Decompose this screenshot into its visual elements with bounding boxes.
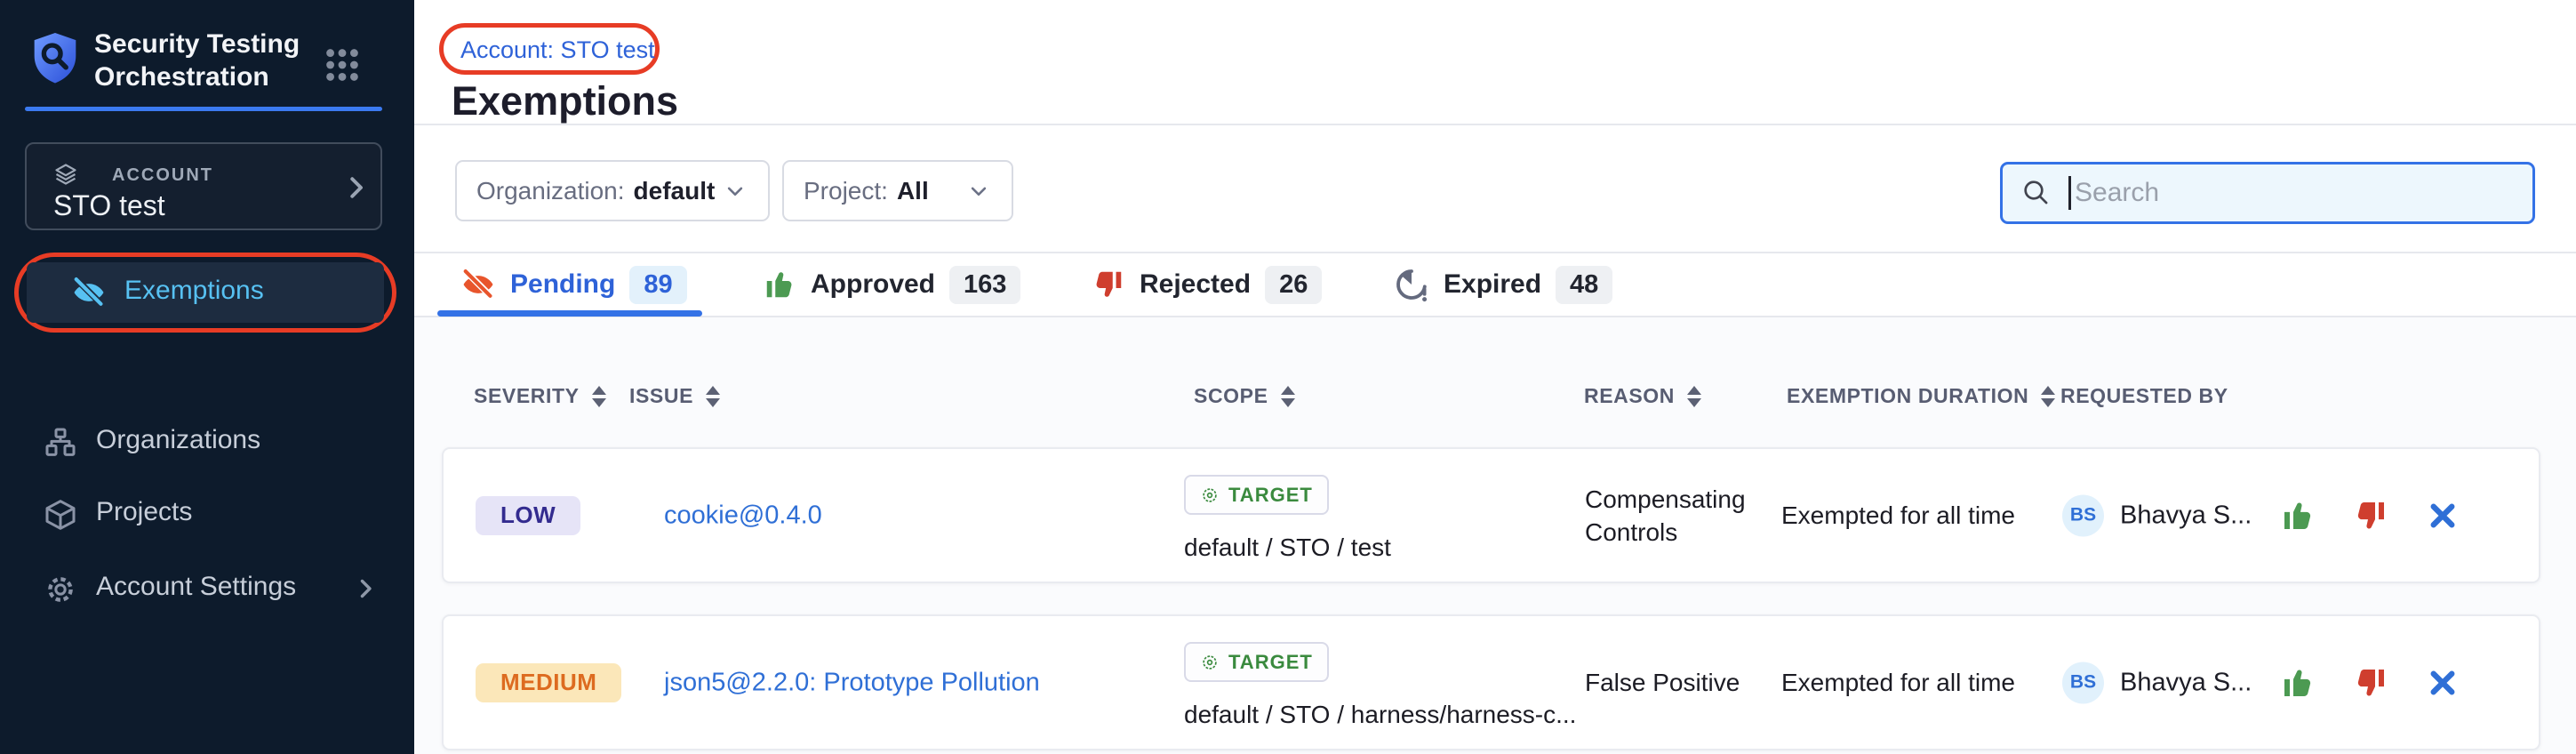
- sidebar-item-exemptions[interactable]: Exemptions: [27, 262, 384, 323]
- organization-dropdown-value: default: [634, 177, 716, 205]
- page-title: Exemptions: [452, 78, 678, 124]
- tab-label: Rejected: [1140, 269, 1251, 300]
- duration-cell: Exempted for all time: [1781, 501, 2015, 530]
- avatar: BS: [2062, 494, 2104, 536]
- eye-off-icon: [460, 268, 496, 301]
- sidebar-item-label: Projects: [96, 497, 192, 527]
- severity-badge: LOW: [476, 496, 580, 535]
- tab-label: Expired: [1444, 269, 1541, 300]
- module-grid-icon[interactable]: [322, 44, 363, 85]
- severity-badge: MEDIUM: [476, 663, 621, 702]
- column-header-severity[interactable]: SEVERITY: [474, 384, 606, 408]
- approve-button[interactable]: [2280, 665, 2316, 701]
- account-name: STO test: [53, 189, 165, 222]
- target-icon: [1200, 485, 1220, 505]
- table-row[interactable]: LOW cookie@0.4.0 TARGET default / STO / …: [442, 447, 2540, 583]
- org-chart-icon: [43, 425, 78, 461]
- scope-path: default / STO / harness/harness-c...: [1184, 701, 1576, 729]
- chevron-right-icon: [350, 574, 380, 604]
- chevron-down-icon: [722, 178, 748, 205]
- sidebar-item-organizations[interactable]: Organizations: [27, 412, 384, 472]
- sort-icon[interactable]: [1687, 386, 1701, 407]
- search-box[interactable]: [2000, 162, 2535, 224]
- account-scope-label: ACCOUNT: [112, 165, 213, 186]
- issue-link[interactable]: json5@2.2.0: Prototype Pollution: [664, 668, 1040, 697]
- active-tab-underline: [437, 310, 702, 317]
- target-chip: TARGET: [1184, 642, 1329, 682]
- scope-path: default / STO / test: [1184, 533, 1391, 562]
- avatar: BS: [2062, 662, 2104, 703]
- sidebar-item-label: Organizations: [96, 425, 260, 455]
- tab-rejected[interactable]: Rejected 26: [1092, 263, 1322, 306]
- app-title: Security Testing Orchestration: [94, 28, 334, 93]
- thumbs-up-icon: [763, 268, 796, 301]
- table-row[interactable]: MEDIUM json5@2.2.0: Prototype Pollution …: [442, 614, 2540, 750]
- reason-cell: False Positive: [1585, 616, 1789, 749]
- sidebar-item-label: Account Settings: [96, 572, 296, 602]
- reason-cell: Compensating Controls: [1585, 449, 1789, 582]
- target-chip: TARGET: [1184, 475, 1329, 515]
- account-scope-card[interactable]: ACCOUNT STO test: [25, 142, 382, 230]
- reject-button[interactable]: [2353, 665, 2388, 701]
- module-accent-rule: [25, 107, 382, 111]
- sort-icon[interactable]: [592, 386, 606, 407]
- sort-icon[interactable]: [706, 386, 720, 407]
- tabs-top-divider: [414, 252, 2576, 253]
- thumbs-down-icon: [1092, 268, 1125, 301]
- issue-link[interactable]: cookie@0.4.0: [664, 501, 822, 530]
- search-icon: [2020, 177, 2052, 209]
- tab-count-badge: 89: [629, 266, 686, 304]
- tab-label: Pending: [510, 269, 615, 300]
- project-dropdown-value: All: [897, 177, 929, 205]
- sidebar-item-account-settings[interactable]: Account Settings: [27, 558, 384, 619]
- search-input[interactable]: [2075, 178, 2501, 208]
- text-cursor: [2068, 176, 2071, 210]
- column-header-requested-by: REQUESTED BY: [2060, 384, 2228, 408]
- reject-button[interactable]: [2353, 498, 2388, 533]
- target-icon: [1200, 653, 1220, 672]
- tab-label: Approved: [811, 269, 935, 300]
- exemptions-page: Security Testing Orchestration ACCOUNT S…: [0, 0, 2576, 754]
- gear-icon: [43, 572, 78, 607]
- sort-icon[interactable]: [1281, 386, 1295, 407]
- cube-icon: [43, 497, 78, 533]
- column-header-reason[interactable]: REASON: [1584, 384, 1701, 408]
- sort-icon[interactable]: [2041, 386, 2055, 407]
- organization-dropdown[interactable]: Organization: default: [455, 160, 770, 221]
- tab-approved[interactable]: Approved 163: [763, 263, 1020, 306]
- cancel-button[interactable]: [2426, 666, 2460, 700]
- sto-shield-logo: [30, 30, 80, 85]
- approve-button[interactable]: [2280, 498, 2316, 533]
- project-dropdown-label: Project:: [804, 177, 888, 205]
- tab-count-badge: 26: [1265, 266, 1322, 304]
- column-header-scope[interactable]: SCOPE: [1194, 384, 1295, 408]
- duration-cell: Exempted for all time: [1781, 669, 2015, 697]
- column-header-issue[interactable]: ISSUE: [629, 384, 720, 408]
- tab-count-badge: 163: [949, 266, 1020, 304]
- requested-by-name: Bhavya S...: [2120, 668, 2252, 697]
- requested-by-name: Bhavya S...: [2120, 501, 2252, 530]
- chevron-right-icon: [340, 172, 372, 204]
- chevron-down-icon: [965, 178, 992, 205]
- column-header-exemption-duration[interactable]: EXEMPTION DURATION: [1787, 384, 2055, 408]
- project-dropdown[interactable]: Project: All: [782, 160, 1013, 221]
- sidebar-item-projects[interactable]: Projects: [27, 484, 384, 544]
- tab-pending[interactable]: Pending 89: [460, 263, 687, 306]
- sidebar: Security Testing Orchestration ACCOUNT S…: [0, 0, 414, 754]
- timer-expired-icon: [1394, 267, 1429, 302]
- sidebar-item-label: Exemptions: [124, 276, 264, 306]
- header-divider: [414, 124, 2576, 125]
- tab-expired[interactable]: Expired 48: [1394, 263, 1612, 306]
- organization-dropdown-label: Organization:: [476, 177, 625, 205]
- breadcrumb-account-link[interactable]: Account: STO test: [460, 36, 655, 64]
- eye-off-icon: [71, 276, 107, 309]
- tab-count-badge: 48: [1556, 266, 1612, 304]
- cancel-button[interactable]: [2426, 499, 2460, 533]
- layers-icon: [53, 162, 78, 187]
